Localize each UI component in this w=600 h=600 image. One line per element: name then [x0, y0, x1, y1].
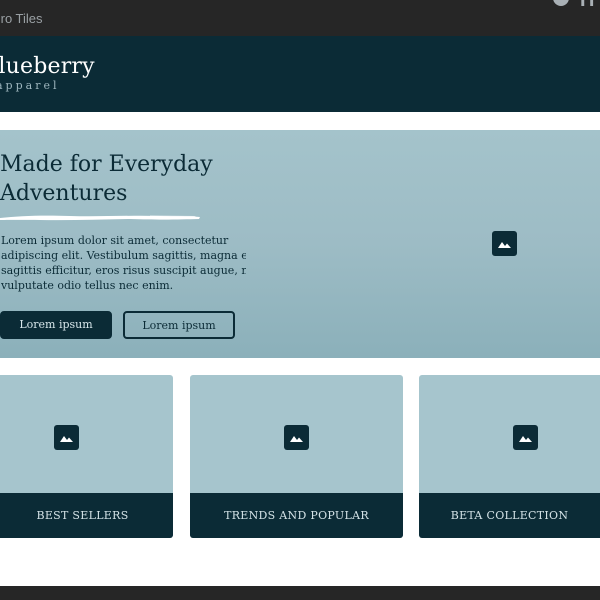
logo-tagline: apparel: [0, 79, 60, 92]
image-placeholder-icon: [513, 425, 538, 450]
image-placeholder-icon: [54, 425, 79, 450]
tile-label: BEST SELLERS: [0, 493, 173, 538]
tile-label: BETA COLLECTION: [419, 493, 600, 538]
window-title: Hero Tiles: [0, 11, 43, 26]
tile-trends-and-popular[interactable]: TRENDS AND POPULAR: [190, 375, 403, 538]
hero-secondary-button[interactable]: Lorem ipsum: [123, 311, 235, 339]
logo-name[interactable]: Blueberry: [0, 54, 95, 79]
hero-banner: Made for Everyday Adventures Lorem ipsum…: [0, 130, 600, 358]
hero-description-line: Lorem ipsum dolor sit amet, consectetur: [1, 234, 229, 247]
hero-title-line-1: Made for Everyday: [0, 152, 213, 177]
tile-label: TRENDS AND POPULAR: [190, 493, 403, 538]
hero-description-line: adipiscing elit. Vestibulum sagittis, ma…: [1, 249, 246, 262]
app-window: Hero Tiles H Blueberry apparel Made for …: [0, 0, 600, 600]
hero-title: Made for Everyday Adventures: [0, 150, 260, 208]
window-topbar: Hero Tiles H: [0, 0, 600, 36]
bottom-bar: [0, 586, 600, 600]
tile-best-sellers[interactable]: BEST SELLERS: [0, 375, 173, 538]
topbar-partial-label: H: [580, 0, 595, 11]
image-placeholder-icon: [284, 425, 309, 450]
brush-stroke-underline: [0, 215, 200, 221]
hero-description: Lorem ipsum dolor sit amet, consectetur …: [1, 233, 246, 293]
hero-description-line: sagittis efficitur, eros risus suscipit …: [1, 264, 246, 277]
user-icon[interactable]: [553, 0, 569, 6]
image-placeholder-icon: [492, 231, 517, 256]
site-header: Blueberry apparel: [0, 36, 600, 112]
hero-title-line-2: Adventures: [0, 181, 128, 206]
tile-beta-collection[interactable]: BETA COLLECTION: [419, 375, 600, 538]
hero-description-line: vulputate odio tellus nec enim.: [1, 279, 174, 292]
hero-primary-button[interactable]: Lorem ipsum: [0, 311, 112, 339]
